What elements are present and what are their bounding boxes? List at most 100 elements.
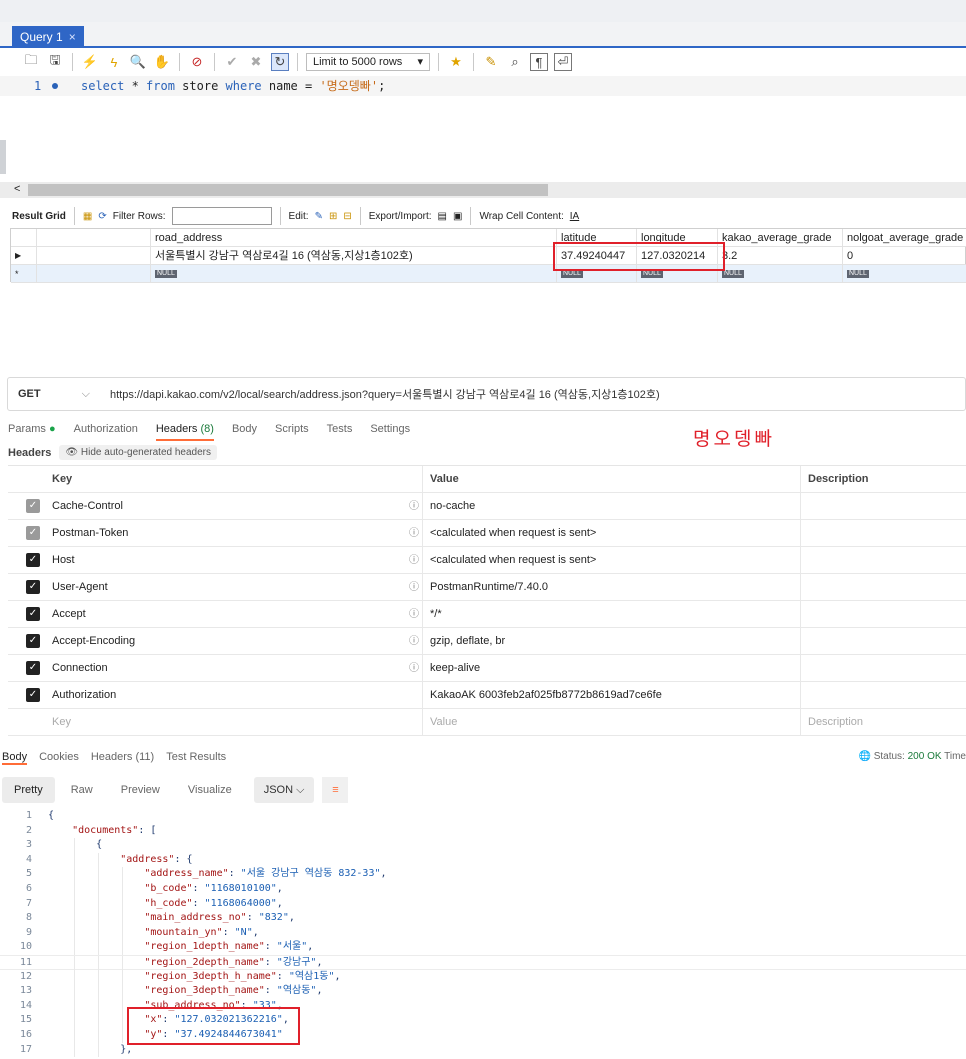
table-row-new[interactable]: * NULL NULL NULL NULL NULL (11, 265, 966, 283)
wrap-lines-icon[interactable]: ≡ (322, 777, 349, 803)
header-value[interactable]: no-cache (430, 493, 475, 520)
header-row[interactable]: ✓ Accept-Encoding ⓘ gzip, deflate, br (8, 628, 966, 655)
tab-authorization[interactable]: Authorization (74, 423, 138, 441)
header-row[interactable]: ✓ Accept ⓘ */* (8, 601, 966, 628)
cell-null[interactable]: NULL (843, 265, 966, 283)
info-icon[interactable]: ⓘ (409, 547, 419, 574)
checkbox[interactable]: ✓ (26, 499, 40, 513)
beautify-icon[interactable]: ✎ (482, 53, 500, 71)
import-icon[interactable]: ▣ (453, 211, 462, 222)
mode-raw[interactable]: Raw (59, 777, 105, 803)
checkbox[interactable]: ✓ (26, 580, 40, 594)
find-icon[interactable]: ⌕ (506, 53, 524, 71)
tab-query-1[interactable]: Query 1 × (12, 26, 84, 48)
insert-row-icon[interactable]: ⊞ (329, 211, 337, 222)
description-placeholder[interactable]: Description (808, 709, 863, 736)
url-input[interactable]: https://dapi.kakao.com/v2/local/search/a… (100, 386, 660, 402)
wrap-cell-icon[interactable]: IA (570, 211, 579, 222)
word-wrap-icon[interactable]: ⏎ (554, 53, 572, 71)
autocommit-icon[interactable]: ↻ (271, 53, 289, 71)
tab-response-headers[interactable]: Headers (11) (91, 751, 154, 765)
header-key[interactable]: Connection (52, 655, 108, 682)
tab-settings[interactable]: Settings (370, 423, 410, 441)
open-folder-icon[interactable]: 🗀 (22, 52, 40, 71)
execute-icon[interactable]: ⚡ (81, 53, 99, 71)
header-value[interactable]: <calculated when request is sent> (430, 547, 596, 574)
refresh-icon[interactable]: ⟳ (98, 211, 106, 222)
invisible-chars-icon[interactable]: ¶ (530, 53, 548, 71)
filter-rows-input[interactable] (171, 207, 272, 225)
checkbox[interactable]: ✓ (26, 661, 40, 675)
checkbox[interactable]: ✓ (26, 634, 40, 648)
tab-headers[interactable]: Headers (8) (155, 423, 214, 441)
sql-editor[interactable]: 1 select * from store where name = '명오뎅빠… (0, 76, 966, 96)
stop-icon[interactable]: ✋ (153, 53, 171, 71)
table-row[interactable]: ▶ 서울특별시 강남구 역삼로4길 16 (역삼동,지상1층102호) 37.4… (11, 247, 966, 265)
header-value[interactable]: gzip, deflate, br (430, 628, 505, 655)
edit-row-icon[interactable]: ✎ (315, 211, 323, 222)
checkbox[interactable]: ✓ (26, 688, 40, 702)
toggle-error-icon[interactable]: ⊘ (188, 53, 206, 71)
tab-response-body[interactable]: Body (2, 751, 28, 765)
tab-tests[interactable]: Tests (327, 423, 353, 441)
cell-road-address[interactable]: 서울특별시 강남구 역삼로4길 16 (역삼동,지상1층102호) (151, 247, 557, 265)
export-icon[interactable]: ▤ (438, 211, 447, 222)
hide-auto-headers-button[interactable]: 👁 Hide auto-generated headers (59, 445, 217, 460)
header-value[interactable]: keep-alive (430, 655, 480, 682)
header-value[interactable]: <calculated when request is sent> (430, 520, 596, 547)
tab-test-results[interactable]: Test Results (166, 751, 226, 765)
headers-placeholder-row[interactable]: Key Value Description (8, 709, 966, 736)
tab-cookies[interactable]: Cookies (39, 751, 79, 765)
grid-view-icon[interactable]: ▦ (83, 211, 92, 222)
checkbox[interactable]: ✓ (26, 526, 40, 540)
delete-row-icon[interactable]: ⊟ (343, 211, 351, 222)
format-select[interactable]: JSON ⌵ (253, 777, 315, 803)
header-key[interactable]: Host (52, 547, 75, 574)
header-row[interactable]: ✓ Connection ⓘ keep-alive (8, 655, 966, 682)
method-select[interactable]: GET ⌵ (8, 388, 100, 401)
mode-pretty[interactable]: Pretty (2, 777, 55, 803)
header-row[interactable]: ✓ Cache-Control ⓘ no-cache (8, 493, 966, 520)
header-row[interactable]: ✓ Authorization KakaoAK 6003feb2af025fb877… (8, 682, 966, 709)
execute-current-icon[interactable]: ϟ (105, 53, 123, 71)
cell-nolgoat-average-grade[interactable]: 0 (843, 247, 966, 265)
info-icon[interactable]: ⓘ (409, 520, 419, 547)
tab-params[interactable]: Params ● (8, 423, 56, 441)
editor-horizontal-scrollbar[interactable]: < (0, 182, 966, 198)
value-placeholder[interactable]: Value (430, 709, 457, 736)
header-value[interactable]: */* (430, 601, 442, 628)
checkbox[interactable]: ✓ (26, 607, 40, 621)
limit-rows-select[interactable]: Limit to 5000 rows ▾ (306, 53, 430, 71)
add-snippet-icon[interactable]: ★ (447, 53, 465, 71)
info-icon[interactable]: ⓘ (409, 601, 419, 628)
header-value[interactable]: KakaoAK 6003feb2af025fb8772b8619ad7ce6fe (430, 682, 662, 709)
commit-icon[interactable]: ✔ (223, 53, 241, 71)
header-key[interactable]: Accept-Encoding (52, 628, 135, 655)
header-key[interactable]: Authorization (52, 682, 116, 709)
sql-code[interactable]: select * from store where name = '명오뎅빠'; (81, 76, 385, 96)
header-key[interactable]: Cache-Control (52, 493, 123, 520)
cell-kakao-average-grade[interactable]: 3.2 (718, 247, 843, 265)
tab-body[interactable]: Body (232, 423, 257, 441)
explain-icon[interactable]: 🔍 (129, 53, 147, 71)
header-key[interactable]: User-Agent (52, 574, 108, 601)
header-row[interactable]: ✓ Host ⓘ <calculated when request is sent> (8, 547, 966, 574)
cell-null[interactable]: NULL (718, 265, 843, 283)
info-icon[interactable]: ⓘ (409, 574, 419, 601)
header-row[interactable]: ✓ User-Agent ⓘ PostmanRuntime/7.40.0 (8, 574, 966, 601)
save-icon[interactable]: 🖫 (46, 52, 64, 71)
header-key[interactable]: Accept (52, 601, 86, 628)
key-placeholder[interactable]: Key (52, 709, 71, 736)
cell-null[interactable]: NULL (151, 265, 557, 283)
header-row[interactable]: ✓ Postman-Token ⓘ <calculated when request … (8, 520, 966, 547)
info-icon[interactable]: ⓘ (409, 493, 419, 520)
mode-preview[interactable]: Preview (109, 777, 172, 803)
close-icon[interactable]: × (69, 26, 76, 48)
col-road-address[interactable]: road_address (151, 229, 557, 247)
tab-scripts[interactable]: Scripts (275, 423, 309, 441)
header-key[interactable]: Postman-Token (52, 520, 128, 547)
checkbox[interactable]: ✓ (26, 553, 40, 567)
info-icon[interactable]: ⓘ (409, 655, 419, 682)
scrollbar-thumb[interactable] (28, 184, 548, 196)
scroll-left-icon[interactable]: < (14, 183, 20, 195)
